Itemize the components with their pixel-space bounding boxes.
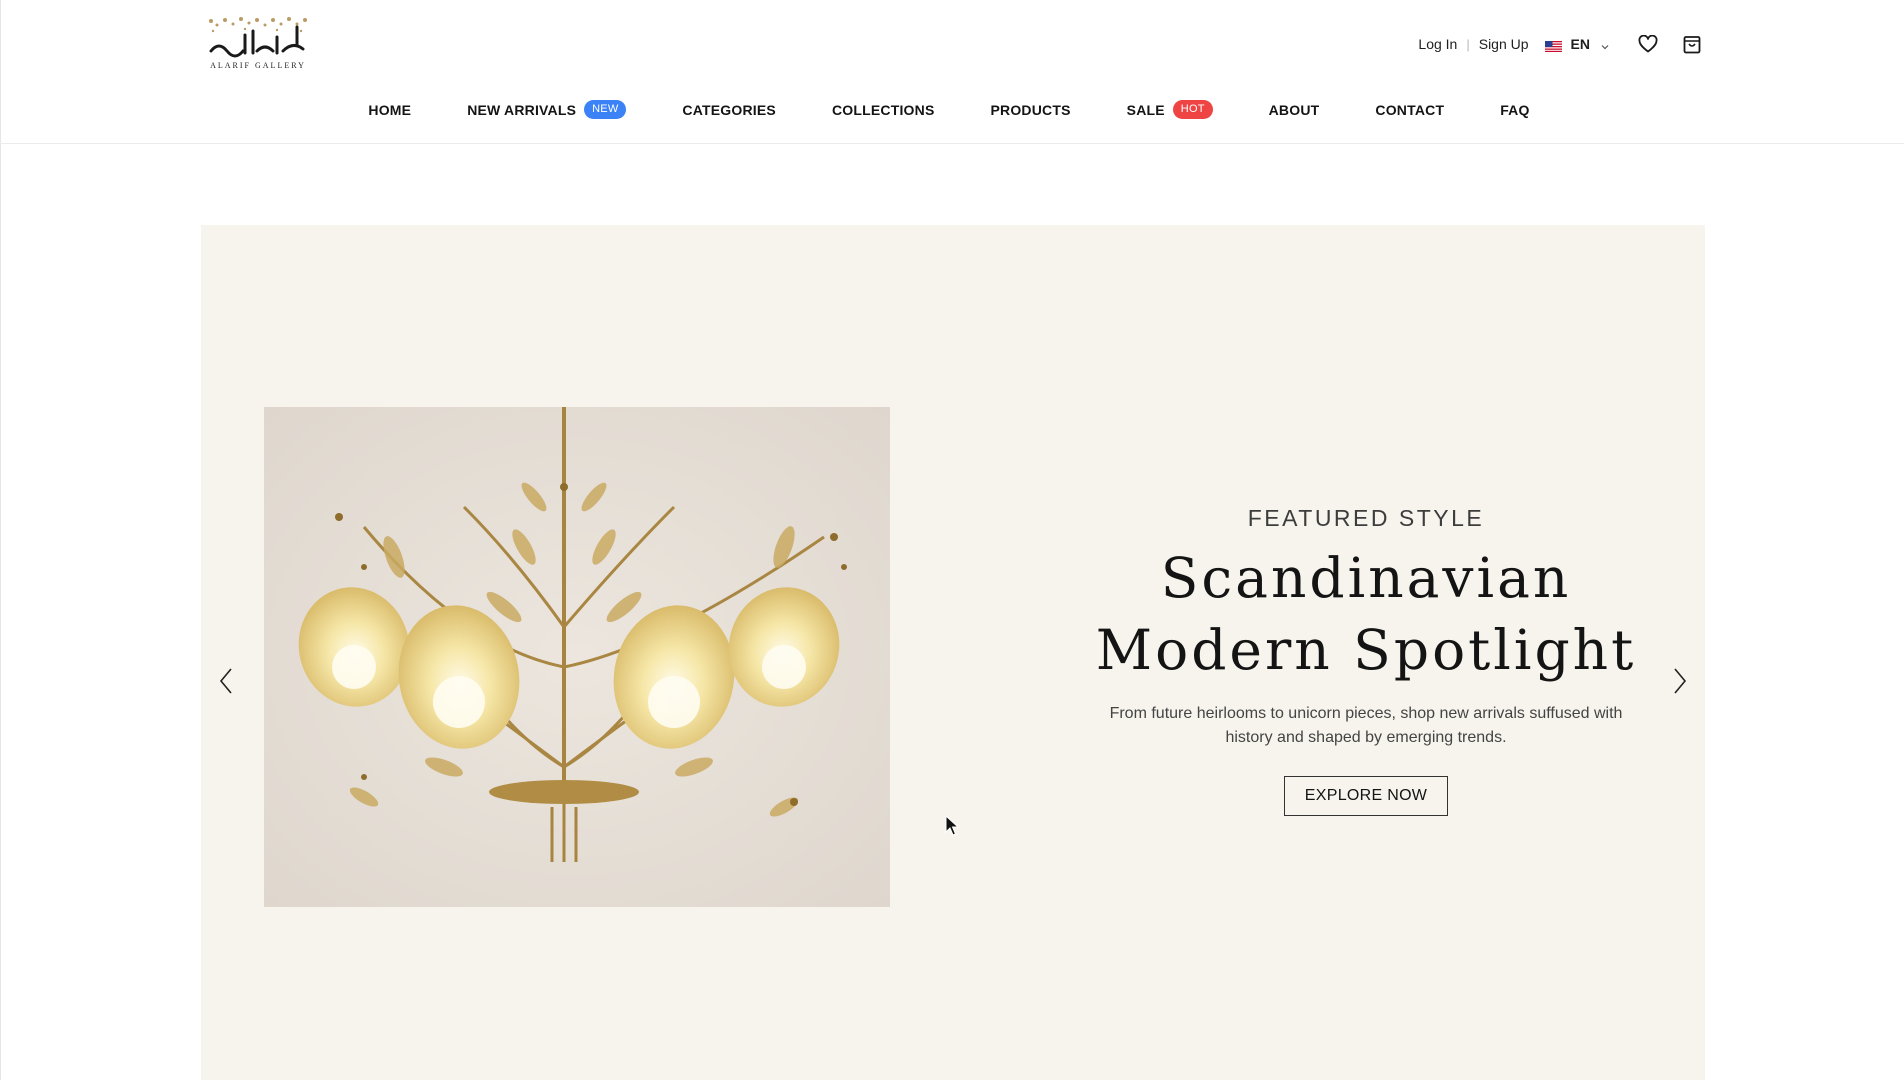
site-header: ALARIF GALLERY Log In | Sign Up EN HOME … [0, 0, 1904, 144]
shopping-bag-icon[interactable] [1680, 32, 1704, 56]
hero-eyebrow: FEATURED STYLE [1247, 505, 1485, 531]
language-selector[interactable]: EN [1544, 36, 1610, 52]
hero-title-line-1: Scandinavian [1160, 546, 1572, 610]
nav-item-collections[interactable]: COLLECTIONS [832, 102, 935, 118]
nav-item-label: HOME [368, 101, 412, 118]
hero-slider: FEATURED STYLE Scandinavian Modern Spotl… [201, 225, 1705, 1080]
hot-badge: HOT [1172, 100, 1213, 119]
hero-content: FEATURED STYLE Scandinavian Modern Spotl… [1041, 505, 1691, 816]
nav-item-label: CATEGORIES [682, 101, 776, 118]
us-flag-icon [1544, 39, 1562, 52]
nav-item-home[interactable]: HOME [368, 102, 411, 118]
chevron-right-icon[interactable] [1665, 661, 1695, 701]
account-bar: Log In | Sign Up EN [1418, 33, 1704, 55]
nav-item-faq[interactable]: FAQ [1500, 102, 1529, 118]
mouse-cursor-icon [945, 814, 960, 837]
hero-title-line-2: Modern Spotlight [1095, 618, 1637, 682]
hero-chandelier-image [264, 407, 890, 907]
logo-caption: ALARIF GALLERY [210, 61, 306, 70]
hero-title: Scandinavian Modern Spotlight [1041, 542, 1691, 686]
signup-link[interactable]: Sign Up [1479, 36, 1529, 52]
auth-separator: | [1466, 36, 1470, 52]
nav-item-label: PRODUCTS [990, 101, 1071, 118]
nav-item-label: NEW ARRIVALS [467, 101, 577, 118]
new-badge: NEW [584, 100, 627, 119]
nav-item-label: CONTACT [1375, 101, 1445, 118]
chevron-down-icon [1600, 39, 1610, 50]
nav-item-new-arrivals[interactable]: NEW ARRIVALS NEW [467, 100, 627, 119]
nav-item-label: ABOUT [1268, 101, 1320, 118]
page-edge [0, 0, 1, 1080]
hero-description: From future heirlooms to unicorn pieces,… [1109, 705, 1623, 746]
nav-item-sale[interactable]: SALE HOT [1127, 100, 1213, 119]
nav-item-categories[interactable]: CATEGORIES [682, 102, 776, 118]
chevron-left-icon[interactable] [211, 661, 241, 701]
nav-item-products[interactable]: PRODUCTS [990, 102, 1070, 118]
nav-item-label: SALE [1126, 101, 1165, 118]
nav-item-about[interactable]: ABOUT [1269, 102, 1320, 118]
explore-now-button[interactable]: EXPLORE NOW [1283, 776, 1449, 816]
nav-item-label: FAQ [1500, 101, 1530, 118]
nav-item-label: COLLECTIONS [831, 101, 935, 118]
language-code: EN [1570, 36, 1590, 52]
main-nav: HOME NEW ARRIVALS NEW CATEGORIES COLLECTI… [0, 100, 1904, 119]
heart-icon[interactable] [1636, 32, 1660, 56]
logo-mark [209, 17, 307, 58]
nav-item-contact[interactable]: CONTACT [1375, 102, 1444, 118]
site-logo[interactable]: ALARIF GALLERY [205, 15, 311, 71]
login-link[interactable]: Log In [1418, 36, 1457, 52]
